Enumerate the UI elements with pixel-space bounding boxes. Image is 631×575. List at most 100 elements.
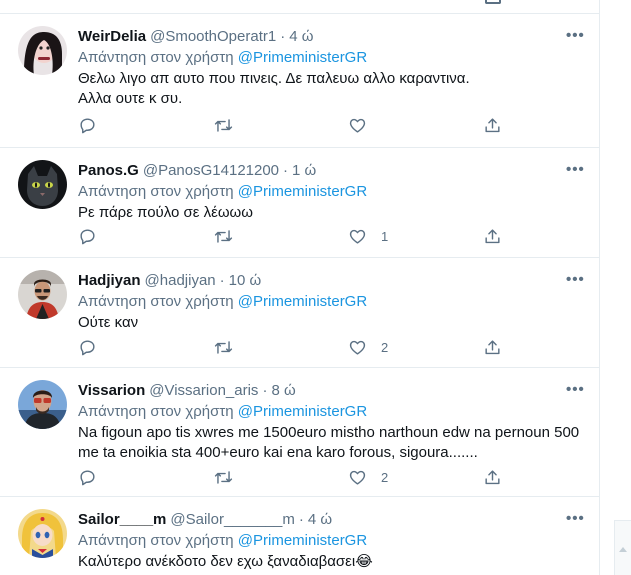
reply-context: Απάντηση στον χρήστη @PrimeministerGR — [78, 292, 367, 311]
timestamp[interactable]: 10 ώ — [229, 272, 262, 289]
share-icon — [485, 339, 500, 354]
retweet-button[interactable] — [213, 226, 234, 246]
display-name[interactable]: WeirDelia — [78, 28, 146, 45]
tweet-text: Ρε πάρε πούλο σε λέωωω — [78, 203, 583, 223]
display-name[interactable]: Sailor____m — [78, 511, 166, 528]
tweet-text: Ούτε καν — [78, 313, 583, 333]
tweet-actions — [78, 115, 508, 135]
more-options-icon[interactable]: ••• — [566, 382, 586, 397]
display-name[interactable]: Hadjiyan — [78, 272, 141, 289]
user-handle[interactable]: @hadjiyan — [145, 272, 216, 289]
reply-icon — [80, 117, 95, 133]
like-button[interactable] — [348, 115, 381, 135]
reply-context: Απάντηση στον χρήστη @PrimeministerGR — [78, 48, 367, 67]
display-name[interactable]: Vissarion — [78, 382, 145, 399]
like-button[interactable]: 1 — [348, 226, 388, 246]
scroll-widget[interactable] — [614, 520, 631, 575]
share-button[interactable] — [483, 467, 502, 487]
display-name[interactable]: Panos.G — [78, 162, 139, 179]
tweet-header: Panos.G @PanosG14121200 · 1 ώ — [78, 161, 316, 180]
mention-link[interactable]: @PrimeministerGR — [238, 532, 367, 549]
tweet-actions: 1 — [78, 226, 508, 246]
reply-button[interactable] — [78, 115, 97, 135]
reply-prefix: Απάντηση στον χρήστη — [78, 293, 234, 310]
separator-dot: · — [280, 28, 286, 45]
like-count: 1 — [381, 228, 389, 244]
tweet-header: Hadjiyan @hadjiyan · 10 ώ — [78, 271, 261, 290]
tweet-text-line: Καλύτερο ανέκδοτο δεν εχω ξαναδιαβασει😂 — [78, 553, 373, 570]
avatar[interactable] — [18, 160, 67, 209]
reply-context: Απάντηση στον χρήστη @PrimeministerGR — [78, 182, 367, 201]
heart-icon — [349, 229, 366, 244]
retweet-icon — [214, 340, 233, 354]
mention-link[interactable]: @PrimeministerGR — [238, 293, 367, 310]
share-icon — [485, 228, 500, 243]
tweet-header: WeirDelia @SmoothOperatr1 · 4 ώ — [78, 27, 313, 46]
timestamp[interactable]: 4 ώ — [289, 28, 313, 45]
share-button[interactable] — [483, 226, 502, 246]
share-icon[interactable] — [485, 0, 501, 4]
separator-dot: · — [283, 162, 289, 179]
retweet-button[interactable] — [213, 467, 234, 487]
reply-icon — [80, 469, 95, 485]
tweet[interactable]: Sailor____m @Sailor_______m · 4 ώ ••• Απάντ… — [0, 497, 600, 575]
retweet-icon — [214, 229, 233, 243]
tweet-header: Sailor____m @Sailor_______m · 4 ώ — [78, 510, 332, 529]
mention-link[interactable]: @PrimeministerGR — [238, 49, 367, 66]
reply-button[interactable] — [78, 337, 97, 357]
separator-dot: · — [219, 272, 225, 289]
retweet-button[interactable] — [213, 115, 234, 135]
tweet-text-line: Θελω λιγο απ αυτο που πινεις. Δε παλευω … — [78, 70, 470, 87]
reply-icon — [80, 228, 95, 244]
tweet-actions: 2 — [78, 337, 508, 357]
user-handle[interactable]: @Sailor_______m — [170, 511, 294, 528]
mention-link[interactable]: @PrimeministerGR — [238, 183, 367, 200]
avatar[interactable] — [18, 380, 67, 429]
tweet-text: Na figoun apo tis xwres me 1500euro mist… — [78, 423, 598, 463]
avatar[interactable] — [18, 26, 67, 75]
timestamp[interactable]: 8 ώ — [271, 382, 295, 399]
separator-dot: · — [298, 511, 304, 528]
share-icon — [485, 117, 500, 132]
more-options-icon[interactable]: ••• — [566, 28, 586, 43]
tweet-text-line: Ούτε καν — [78, 314, 139, 331]
like-count: 2 — [381, 469, 389, 485]
timestamp[interactable]: 1 ώ — [292, 162, 316, 179]
reply-context: Απάντηση στον χρήστη @PrimeministerGR — [78, 402, 367, 421]
avatar[interactable] — [18, 509, 67, 558]
tweet-text: Θελω λιγο απ αυτο που πινεις. Δε παλευω … — [78, 69, 583, 109]
tweet[interactable]: Hadjiyan @hadjiyan · 10 ώ ••• Απάντηση στον… — [0, 258, 600, 368]
reply-prefix: Απάντηση στον χρήστη — [78, 49, 234, 66]
tweet-text-line: Na figoun apo tis xwres me 1500euro mist… — [78, 424, 580, 441]
retweet-button[interactable] — [213, 337, 234, 357]
scroll-up-icon[interactable] — [619, 547, 627, 552]
user-handle[interactable]: @PanosG14121200 — [143, 162, 279, 179]
reply-button[interactable] — [78, 467, 97, 487]
timestamp[interactable]: 4 ώ — [308, 511, 332, 528]
separator-dot: · — [262, 382, 268, 399]
like-button[interactable]: 2 — [348, 337, 388, 357]
tweet-timeline: WeirDelia @SmoothOperatr1 · 4 ώ ••• Απάντησ… — [0, 0, 600, 575]
reply-prefix: Απάντηση στον χρήστη — [78, 403, 234, 420]
reply-button[interactable] — [78, 226, 97, 246]
user-handle[interactable]: @Vissarion_aris — [149, 382, 258, 399]
tweet-text-line: Αλλα ουτε κ συ. — [78, 90, 183, 107]
more-options-icon[interactable]: ••• — [566, 162, 586, 177]
tweet-actions: 2 — [78, 467, 508, 487]
tweet[interactable]: Vissarion @Vissarion_aris · 8 ώ ••• Απάντησ… — [0, 368, 600, 497]
tweet-text: Καλύτερο ανέκδοτο δεν εχω ξαναδιαβασει😂 — [78, 552, 583, 572]
more-options-icon[interactable]: ••• — [566, 511, 586, 526]
share-button[interactable] — [483, 115, 502, 135]
tweet[interactable]: WeirDelia @SmoothOperatr1 · 4 ώ ••• Απάντησ… — [0, 14, 600, 148]
reply-prefix: Απάντηση στον χρήστη — [78, 183, 234, 200]
tweet-text-line: me ta enoikia sta 400+euro kai ena karo … — [78, 444, 478, 461]
share-button[interactable] — [483, 337, 502, 357]
reply-icon — [80, 339, 95, 355]
more-options-icon[interactable]: ••• — [566, 272, 586, 287]
mention-link[interactable]: @PrimeministerGR — [238, 403, 367, 420]
tweet[interactable]: Panos.G @PanosG14121200 · 1 ώ ••• Απάντηση … — [0, 148, 600, 258]
like-button[interactable]: 2 — [348, 467, 388, 487]
user-handle[interactable]: @SmoothOperatr1 — [150, 28, 276, 45]
avatar[interactable] — [18, 270, 67, 319]
reply-context: Απάντηση στον χρήστη @PrimeministerGR — [78, 531, 367, 550]
